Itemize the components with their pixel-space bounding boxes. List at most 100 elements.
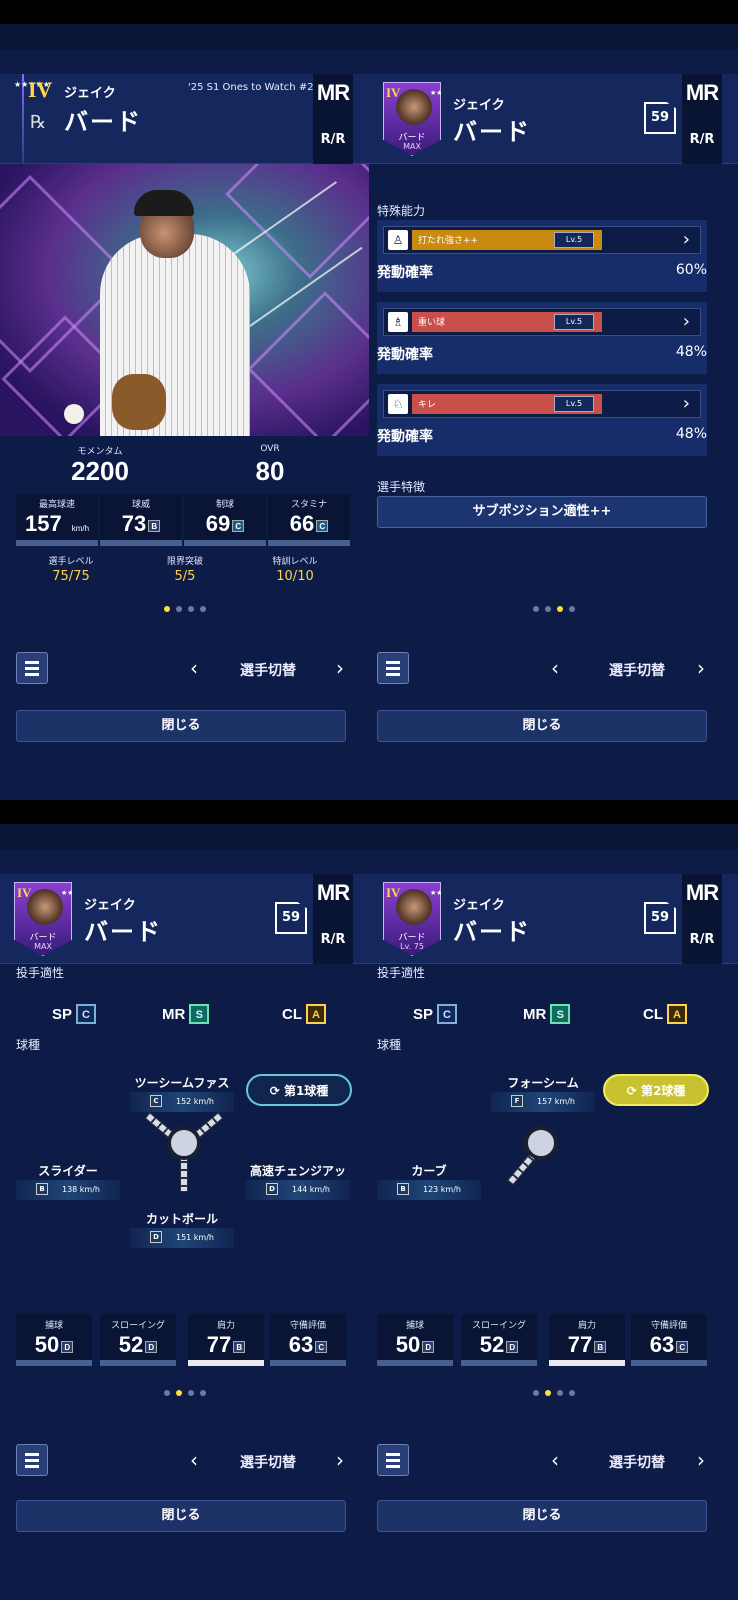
player-card-icon: IV ★★★★★ バード MAX	[14, 882, 72, 956]
position-label: MR	[316, 80, 350, 105]
ability-item[interactable]: ♘ キレ Lv.5 › 発動確率 48%	[377, 384, 707, 456]
player-header: IV ★★★★★ バード MAX ジェイク バード 59 MR R/R	[0, 874, 369, 964]
close-button[interactable]: 閉じる	[16, 1500, 346, 1532]
first-name: ジェイク	[453, 898, 505, 913]
fielding-stat: 守備評価 63 C	[631, 1314, 707, 1366]
switch-label: 選手切替	[609, 1455, 665, 1471]
next-player-button[interactable]: ›	[336, 1448, 344, 1472]
page-dots	[369, 1390, 738, 1396]
pitch-item[interactable]: スライダー B 138 km/h	[16, 1162, 120, 1200]
switch-label: 選手切替	[240, 1455, 296, 1471]
next-player-button[interactable]: ›	[336, 656, 344, 680]
close-button[interactable]: 閉じる	[377, 1500, 707, 1532]
aptitude-mr: MR S	[162, 1004, 210, 1024]
pitcher-icon: ♘	[388, 394, 408, 414]
prev-player-button[interactable]: ‹	[551, 656, 559, 680]
last-name: バード	[84, 918, 162, 946]
menu-button[interactable]	[16, 1444, 48, 1476]
aptitude-sp: SP C	[52, 1004, 97, 1024]
uniform-number: 59	[275, 902, 307, 934]
position-label: MR	[685, 880, 719, 905]
bottom-screens: IV ★★★★★ バード MAX ジェイク バード 59 MR R/R 投手適性 S…	[0, 824, 738, 1600]
hand-label: R/R	[689, 132, 715, 147]
player-card-icon: IV ★★★★★ バード MAX	[383, 82, 441, 156]
aptitude-sp: SP C	[413, 1004, 458, 1024]
close-button[interactable]: 閉じる	[377, 710, 707, 742]
aptitude-cl: CL A	[282, 1004, 326, 1024]
pitch-set-toggle[interactable]: ⟳ 第2球種	[603, 1074, 709, 1106]
batter-icon: ♙	[388, 230, 408, 250]
ability-item[interactable]: ♗ 重い球 Lv.5 › 発動確率 48%	[377, 302, 707, 374]
pitch-set-toggle[interactable]: ⟳ 第1球種	[246, 1074, 352, 1106]
position-label: MR	[316, 880, 350, 905]
prev-player-button[interactable]: ‹	[190, 656, 198, 680]
fielding-stat: 捕球 50 D	[16, 1314, 92, 1366]
stat-stamina: スタミナ 66 C	[268, 494, 350, 546]
pitch-item[interactable]: ツーシームファストC152 km/h	[130, 1074, 234, 1112]
top-screens: ★★★★★ IV ℞ ジェイク バード '25 S1 Ones to Watch…	[0, 24, 738, 800]
ability-item[interactable]: ♙ 打たれ強さ++ Lv.5 › 発動確率 60%	[377, 220, 707, 292]
player-header: IV ★★★★★ バード MAX ジェイク バード 59 MR R/R	[369, 74, 738, 164]
chevron-right-icon: ›	[682, 229, 690, 250]
pitch-title: 球種	[377, 1038, 402, 1052]
stat-control: 制球 69 C	[184, 494, 266, 546]
ovr-label: OVR	[260, 444, 280, 454]
uniform-number: 59	[644, 102, 676, 134]
next-player-button[interactable]: ›	[697, 656, 705, 680]
series-label: '25 S1 Ones to Watch #2	[188, 82, 314, 93]
player-header: ★★★★★ IV ℞ ジェイク バード '25 S1 Ones to Watch…	[0, 74, 369, 164]
overview-panel: ★★★★★ IV ℞ ジェイク バード '25 S1 Ones to Watch…	[0, 24, 369, 800]
page-dots	[0, 1390, 369, 1396]
page-dots	[0, 606, 369, 612]
hand-label: R/R	[320, 132, 346, 147]
menu-button[interactable]	[16, 652, 48, 684]
fielding-stat: スローイング 52 D	[100, 1314, 176, 1366]
fielding-stat: 捕球 50 D	[377, 1314, 453, 1366]
trait-button[interactable]: サブポジション適性++	[377, 496, 707, 528]
team-logo-icon: ℞	[30, 112, 47, 132]
menu-button[interactable]	[377, 652, 409, 684]
pitches-panel-2: IV ★★★★★ バード Lv. 75 ジェイク バード 59 MR R/R 投手適…	[369, 824, 738, 1600]
fielding-stat: 肩力 77 B	[188, 1314, 264, 1366]
first-name: ジェイク	[453, 98, 505, 113]
pitch-item[interactable]: 高速チェンジアップD144 km/h	[246, 1162, 350, 1200]
menu-button[interactable]	[377, 1444, 409, 1476]
player-card-icon: IV ★★★★★ バード Lv. 75	[383, 882, 441, 956]
uniform-number: 59	[644, 902, 676, 934]
chevron-right-icon: ›	[682, 393, 690, 414]
aptitude-title: 投手適性	[16, 966, 65, 980]
fielding-stat: スローイング 52 D	[461, 1314, 537, 1366]
next-player-button[interactable]: ›	[697, 1448, 705, 1472]
last-name: バード	[453, 918, 531, 946]
aptitude-cl: CL A	[643, 1004, 687, 1024]
switch-label: 選手切替	[240, 663, 296, 679]
momentum-value: 2200	[71, 456, 129, 486]
pitch-item[interactable]: カットボール D 151 km/h	[130, 1210, 234, 1248]
first-name: ジェイク	[64, 86, 116, 101]
hand-label: R/R	[320, 932, 346, 947]
pitch-title: 球種	[16, 1038, 41, 1052]
page-dots	[369, 606, 738, 612]
aptitude-mr: MR S	[523, 1004, 571, 1024]
pitcher-icon: ♗	[388, 312, 408, 332]
hand-label: R/R	[689, 932, 715, 947]
aptitude-title: 投手適性	[377, 966, 426, 980]
abilities-panel: IV ★★★★★ バード MAX ジェイク バード 59 MR R/R 特殊能力 ♙…	[369, 24, 738, 800]
pitch-chart-hub	[167, 1126, 201, 1160]
pitch-item[interactable]: カーブ B 123 km/h	[377, 1162, 481, 1200]
stat-velocity: 最高球速 157 km/h	[16, 494, 98, 546]
first-name: ジェイク	[84, 898, 136, 913]
close-button[interactable]: 閉じる	[16, 710, 346, 742]
prev-player-button[interactable]: ‹	[190, 1448, 198, 1472]
pitch-item[interactable]: フォーシーム F 157 km/h	[491, 1074, 595, 1112]
chevron-right-icon: ›	[682, 311, 690, 332]
ovr-value: 80	[255, 456, 285, 486]
position-label: MR	[685, 80, 719, 105]
abilities-title: 特殊能力	[377, 204, 426, 218]
last-name: バード	[64, 108, 142, 136]
pitches-panel-1: IV ★★★★★ バード MAX ジェイク バード 59 MR R/R 投手適性 S…	[0, 824, 369, 1600]
stat-power: 球威 73 B	[100, 494, 182, 546]
trait-title: 選手特徴	[377, 480, 426, 494]
prev-player-button[interactable]: ‹	[551, 1448, 559, 1472]
stars-icon: ★★★★★	[14, 80, 50, 89]
